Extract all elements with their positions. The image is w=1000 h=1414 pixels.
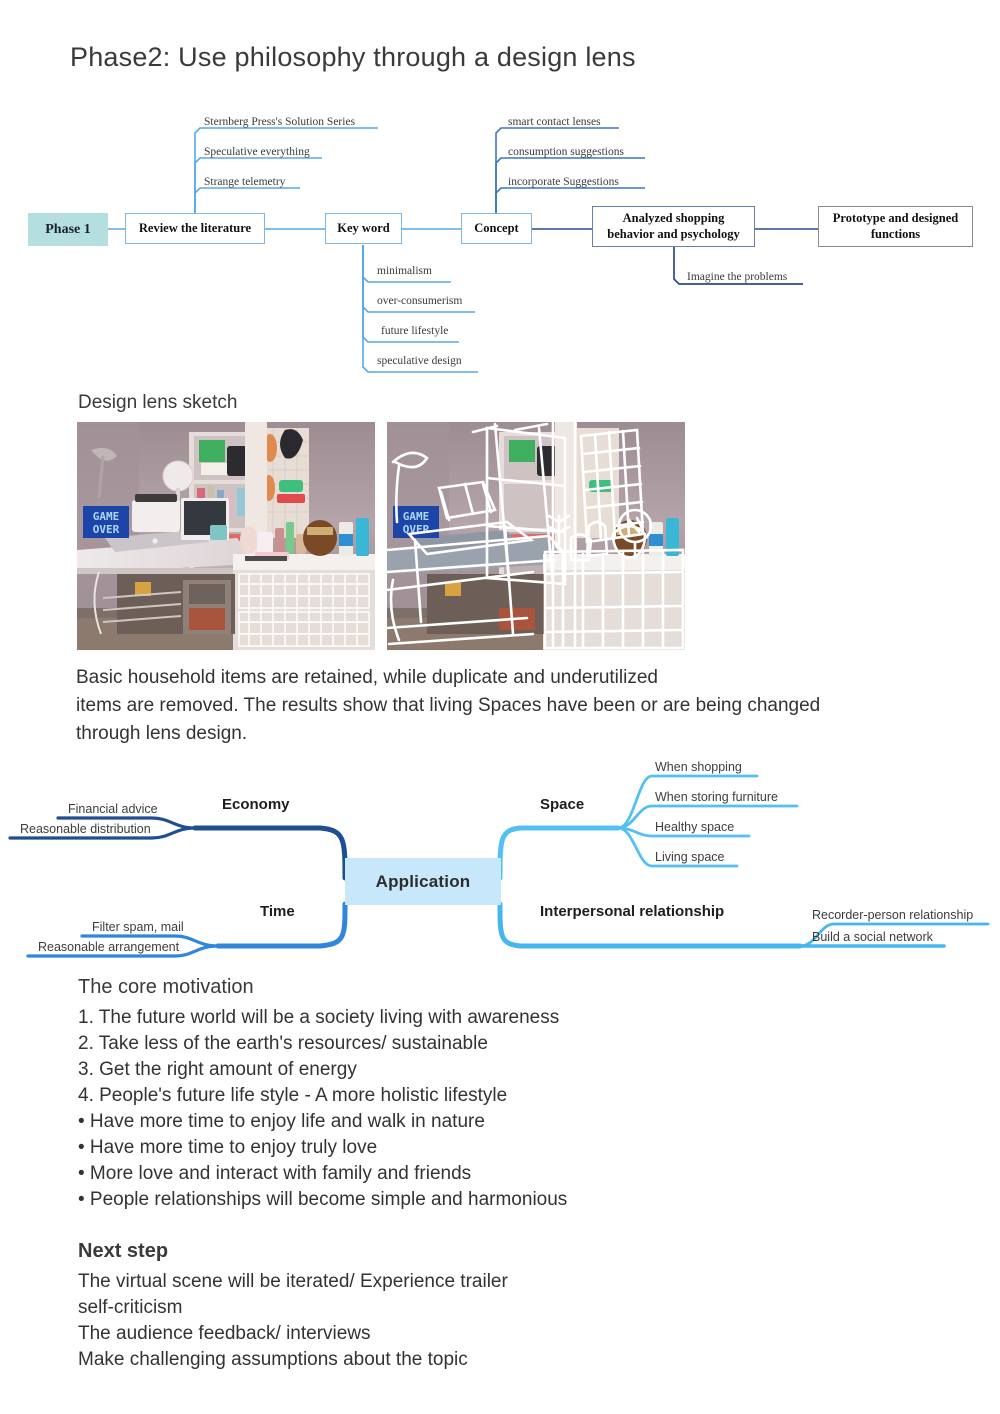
mindmap-branch-space[interactable]: Space [540, 796, 584, 813]
core-motivation-item-0: 1. The future world will be a society li… [78, 1007, 560, 1028]
flow-node-concept[interactable]: Concept [461, 213, 532, 244]
flow-leaf-review-0: Sternberg Press's Solution Series [204, 116, 356, 128]
flow-leaf-review-2: Strange telemetry [204, 176, 286, 188]
mindmap-branch-time[interactable]: Time [260, 903, 295, 920]
svg-text:GAME: GAME [93, 510, 120, 523]
flow-leaf-concept-0: smart contact lenses [508, 116, 601, 128]
next-step-item-1: self-criticism [78, 1297, 183, 1318]
svg-text:GAME: GAME [403, 510, 430, 523]
mindmap-leaf-space-0: When shopping [655, 760, 742, 774]
flow-node-review-label: Review the literature [138, 220, 252, 235]
flow-leaf-concept-1: consumption suggestions [508, 146, 624, 158]
core-motivation-item-7: • People relationships will become simpl… [78, 1189, 568, 1210]
core-motivation-item-2: 3. Get the right amount of energy [78, 1059, 357, 1080]
next-step-item-3: Make challenging assumptions about the t… [78, 1349, 468, 1370]
flow-node-keyword[interactable]: Key word [325, 213, 402, 244]
mindmap-leaf-economy-0: Financial advice [68, 802, 158, 816]
mindmap-leaf-space-3: Living space [655, 850, 725, 864]
next-step-block: Next step The virtual scene will be iter… [78, 1238, 508, 1373]
application-mindmap: Application Economy Time Space Interpers… [0, 748, 1000, 963]
summary-paragraph: Basic household items are retained, whil… [76, 664, 936, 748]
flow-leaf-keyword-0: minimalism [377, 265, 432, 277]
summary-line-2: through lens design. [76, 723, 248, 744]
flow-node-phase1[interactable]: Phase 1 [28, 213, 108, 246]
mindmap-leaf-time-0: Filter spam, mail [92, 920, 184, 934]
core-motivation-heading: The core motivation [78, 976, 254, 998]
mindmap-leaf-economy-1: Reasonable distribution [20, 822, 151, 836]
summary-line-0: Basic household items are retained, whil… [76, 667, 658, 688]
flow-leaf-keyword-3: speculative design [377, 355, 462, 367]
flow-node-analyzed[interactable]: Analyzed shopping behavior and psycholog… [592, 206, 755, 247]
flow-node-analyzed-label: Analyzed shopping behavior and psycholog… [607, 210, 740, 241]
next-step-item-0: The virtual scene will be iterated/ Expe… [78, 1271, 508, 1292]
mindmap-branch-economy[interactable]: Economy [222, 796, 290, 813]
core-motivation-block: The core motivation 1. The future world … [78, 974, 567, 1213]
slide-page: Phase2: Use philosophy through a design … [0, 0, 1000, 1414]
core-motivation-item-4: • Have more time to enjoy life and walk … [78, 1111, 485, 1132]
design-lens-sketch-label: Design lens sketch [78, 392, 238, 413]
flow-leaf-keyword-1: over-consumerism [377, 295, 463, 307]
svg-text:OVER: OVER [93, 523, 120, 536]
mindmap-leaf-interpersonal-0: Recorder-person relationship [812, 908, 974, 922]
flow-node-review[interactable]: Review the literature [125, 213, 265, 244]
flow-leaf-analyzed-0: Imagine the problems [687, 271, 788, 283]
core-motivation-item-6: • More love and interact with family and… [78, 1163, 472, 1184]
desk-photo-illustration: GAME OVER [77, 422, 375, 650]
flow-node-concept-label: Concept [474, 220, 519, 235]
mindmap-center-label: Application [375, 871, 471, 891]
flow-node-keyword-label: Key word [337, 220, 390, 235]
next-step-item-2: The audience feedback/ interviews [78, 1323, 371, 1344]
core-motivation-item-3: 4. People's future life style - A more h… [78, 1085, 508, 1106]
mindmap-branch-interpersonal[interactable]: Interpersonal relationship [540, 903, 724, 920]
core-motivation-item-1: 2. Take less of the earth's resources/ s… [78, 1033, 488, 1054]
core-motivation-item-5: • Have more time to enjoy truly love [78, 1137, 378, 1158]
mindmap-center-node[interactable]: Application [345, 858, 501, 905]
flow-leaf-concept-2: incorporate Suggestions [508, 176, 619, 188]
sketch-photo-original: GAME OVER [77, 422, 375, 650]
page-title: Phase2: Use philosophy through a design … [70, 42, 636, 72]
flow-leaf-keyword-2: future lifestyle [381, 325, 449, 337]
flow-node-phase1-label: Phase 1 [45, 221, 91, 237]
mindmap-leaf-space-1: When storing furniture [655, 790, 778, 804]
flow-node-prototype-label: Prototype and designed functions [832, 210, 959, 241]
mindmap-leaf-time-1: Reasonable arrangement [38, 940, 180, 954]
next-step-heading: Next step [78, 1240, 169, 1262]
desk-photo-wireframe-illustration: GAME OVER [387, 422, 685, 650]
flow-leaf-review-1: Speculative everything [204, 146, 310, 158]
flow-node-prototype[interactable]: Prototype and designed functions [818, 206, 973, 247]
phase1-flowchart: Phase 1 Review the literature Key word C… [0, 105, 1000, 380]
mindmap-leaf-interpersonal-1: Build a social network [812, 930, 933, 944]
sketch-photo-wireframe: GAME OVER [387, 422, 685, 650]
summary-line-1: items are removed. The results show that… [76, 695, 821, 716]
mindmap-leaf-space-2: Healthy space [655, 820, 735, 834]
